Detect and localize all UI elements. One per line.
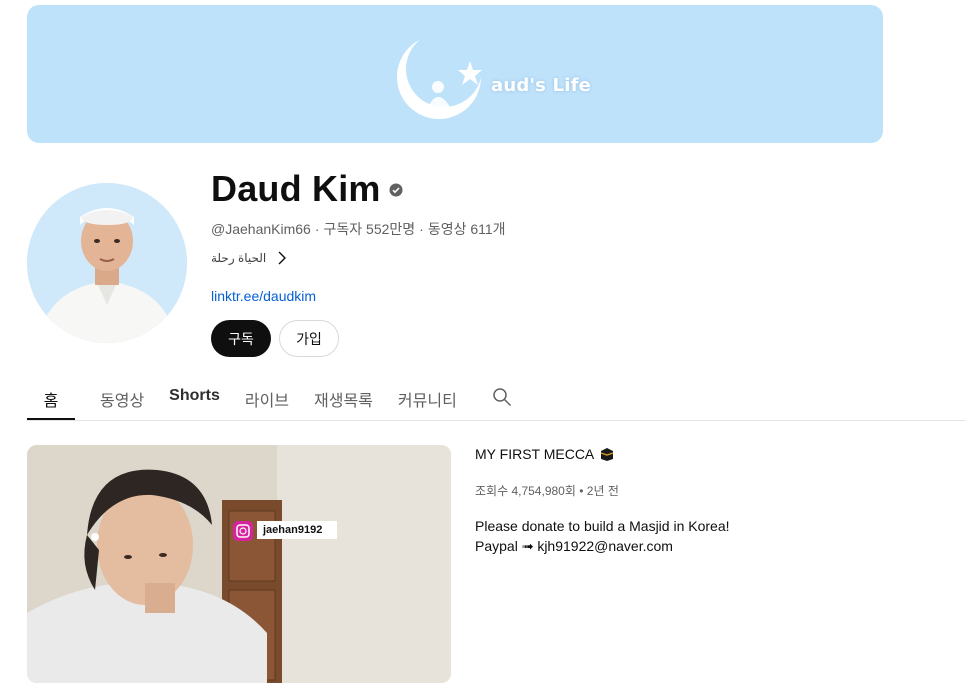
channel-avatar[interactable] xyxy=(27,183,187,343)
tab-videos[interactable]: 동영상 xyxy=(100,372,144,420)
tab-playlists[interactable]: 재생목록 xyxy=(314,372,373,420)
view-count: 조회수 4,754,980회 xyxy=(475,484,576,498)
subscriber-count: 구독자 552만명 xyxy=(323,221,416,237)
meta-separator: · xyxy=(419,221,424,237)
subscribe-button[interactable]: 구독 xyxy=(211,320,271,357)
featured-video-meta: 조회수 4,754,980회 • 2년 전 xyxy=(475,482,619,499)
tab-shorts[interactable]: Shorts xyxy=(169,372,220,420)
channel-description: الحياة رحلة xyxy=(211,251,267,265)
video-frame xyxy=(27,445,451,683)
upload-age: 2년 전 xyxy=(586,484,619,498)
avatar-image xyxy=(27,183,187,343)
tab-live[interactable]: 라이브 xyxy=(245,372,289,420)
tab-home[interactable]: 홈 xyxy=(27,372,75,420)
video-count: 동영상 611개 xyxy=(427,221,506,237)
join-button[interactable]: 가입 xyxy=(279,320,339,357)
tabs-divider xyxy=(27,420,966,421)
chevron-right-icon xyxy=(278,251,287,265)
channel-tabs: 홈 동영상 Shorts 라이브 재생목록 커뮤니티 xyxy=(27,372,512,420)
meta-separator: · xyxy=(314,221,320,237)
tab-community[interactable]: 커뮤니티 xyxy=(398,372,457,420)
instagram-handle-overlay: jaehan9192 xyxy=(263,524,323,536)
channel-name: Daud Kim xyxy=(211,168,403,210)
kaaba-icon xyxy=(601,448,614,461)
channel-link[interactable]: linktr.ee/daudkim xyxy=(211,288,316,304)
verified-badge-icon xyxy=(389,183,403,197)
channel-banner: aud's Life xyxy=(27,5,883,143)
description-line-1: Please donate to build a Masjid in Korea… xyxy=(475,518,730,534)
video-title-text: MY FIRST MECCA xyxy=(475,446,595,462)
featured-video-title[interactable]: MY FIRST MECCA xyxy=(475,446,614,462)
channel-handle: @JaehanKim66 xyxy=(211,221,311,237)
featured-video-thumbnail[interactable]: jaehan9192 xyxy=(27,445,451,683)
channel-meta: @JaehanKim66 · 구독자 552만명 · 동영상 611개 xyxy=(211,219,506,239)
description-line-2: Paypal ➟ kjh91922@naver.com xyxy=(475,538,673,554)
featured-video-description: Please donate to build a Masjid in Korea… xyxy=(475,516,730,556)
banner-brand-text: aud's Life xyxy=(491,75,592,96)
meta-dot: • xyxy=(579,484,584,498)
channel-name-text: Daud Kim xyxy=(211,168,381,209)
search-icon[interactable] xyxy=(492,387,512,407)
channel-description-row[interactable]: الحياة رحلة xyxy=(211,251,288,265)
